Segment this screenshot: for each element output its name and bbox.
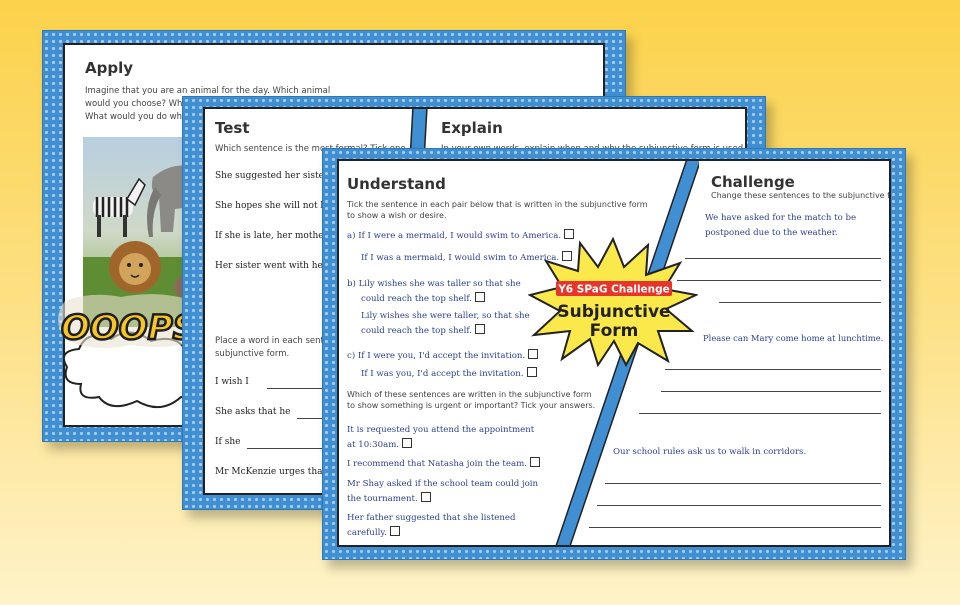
tick-box[interactable]	[389, 526, 400, 536]
challenge-sentence-1: We have asked for the match to be postpo…	[705, 213, 857, 238]
test-fill-3: If she	[215, 437, 241, 447]
pair-c-option-1[interactable]: c) If I were you, I'd accept the invitat…	[347, 349, 539, 364]
challenge-sentence-2: Please can Mary come home at lunchtime.	[703, 333, 884, 343]
urgent-option-4[interactable]: Her father suggested that she listened c…	[347, 511, 515, 541]
badge-line-1: Subjunctive	[557, 302, 670, 322]
ooops-text: OOOPS	[61, 308, 197, 348]
badge-top-text: Y6 SPaG Challenge	[557, 284, 670, 296]
tick-box[interactable]	[402, 438, 413, 448]
pair-b-option-2[interactable]: Lily wishes she were taller, so that she…	[361, 309, 530, 339]
tick-box[interactable]	[474, 324, 485, 334]
challenge-instructions: Change these sentences to the subjunctiv…	[711, 191, 891, 200]
test-fill-2: She asks that he	[215, 407, 291, 417]
understand-title: Understand	[347, 175, 446, 193]
urgent-option-1[interactable]: It is requested you attend the appointme…	[347, 423, 534, 453]
answer-line[interactable]	[677, 280, 881, 281]
test-fill-4: Mr McKenzie urges tha	[215, 467, 323, 477]
answer-line[interactable]	[589, 527, 881, 528]
answer-line[interactable]	[665, 369, 881, 370]
answer-line[interactable]	[247, 448, 327, 449]
explain-title: Explain	[441, 119, 503, 137]
test-title: Test	[215, 119, 250, 137]
answer-line[interactable]	[267, 388, 327, 389]
test-option-4: Her sister went with he	[215, 261, 323, 271]
answer-line[interactable]	[639, 413, 881, 414]
answer-line[interactable]	[597, 505, 881, 506]
pair-b-option-1[interactable]: b) Lily wishes she was taller so that sh…	[347, 277, 521, 307]
answer-line[interactable]	[661, 391, 881, 392]
pair-c-option-2[interactable]: If I was you, I'd accept the invitation.	[361, 367, 537, 382]
tick-box[interactable]	[526, 367, 537, 377]
urgent-option-3[interactable]: Mr Shay asked if the school team could j…	[347, 477, 538, 507]
urgent-option-2[interactable]: I recommend that Natasha join the team.	[347, 457, 540, 472]
tick-box[interactable]	[420, 492, 431, 502]
answer-line[interactable]	[605, 483, 881, 484]
tick-box[interactable]	[474, 292, 485, 302]
test-option-2: She hopes she will not b	[215, 201, 327, 211]
challenge-sentence-3: Our school rules ask us to walk in corri…	[613, 447, 807, 457]
test-fill-1: I wish I	[215, 377, 249, 387]
apply-title: Apply	[85, 59, 134, 77]
badge-line-2: Form	[590, 321, 639, 341]
test-option-1: She suggested her siste	[215, 171, 324, 181]
understand-sheet: Understand Tick the sentence in each pai…	[322, 148, 906, 560]
answer-line[interactable]	[685, 258, 881, 259]
test-option-3: If she is late, her mothe	[215, 231, 324, 241]
subjunctive-badge: Y6 SPaG Challenge Subjunctive Form	[528, 237, 698, 367]
answer-line[interactable]	[719, 302, 881, 303]
